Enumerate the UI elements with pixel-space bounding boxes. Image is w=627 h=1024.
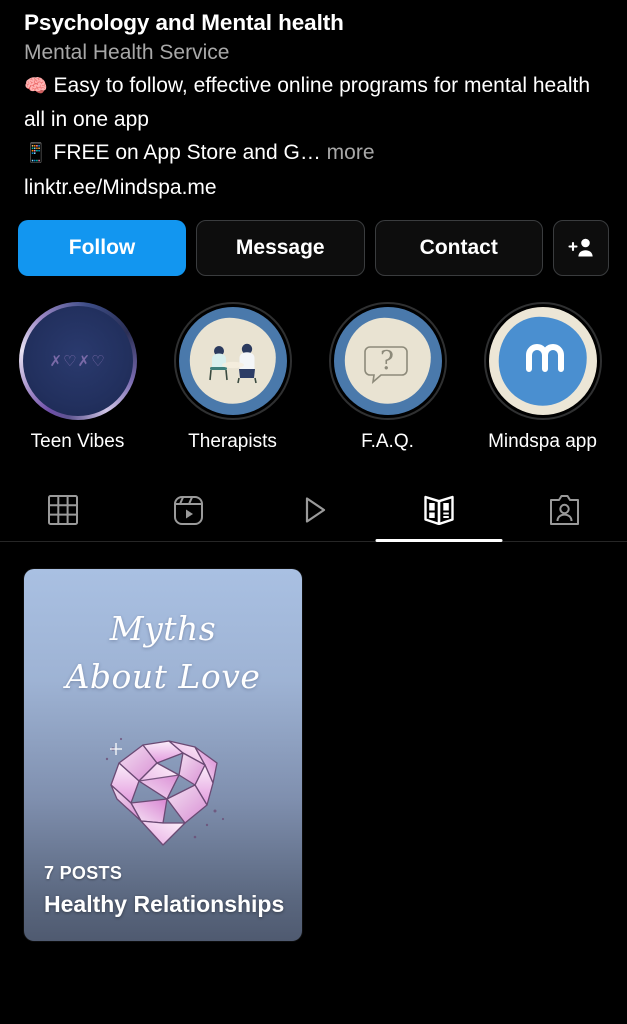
profile-tab-bar	[0, 479, 627, 542]
highlight-cover-faq: ?	[333, 307, 442, 415]
reels-icon	[172, 494, 205, 527]
highlight-ring: ?	[328, 302, 447, 420]
highlight-teen-vibes[interactable]: ✗♡✗♡ Teen Vibes	[0, 302, 155, 453]
guide-title: Healthy Relationships	[44, 891, 285, 917]
highlight-label: F.A.Q.	[361, 431, 414, 452]
highlight-therapists[interactable]: Therapists	[155, 302, 310, 453]
profile-category: Mental Health Service	[24, 41, 230, 64]
highlight-ring-unseen: ✗♡✗♡	[18, 302, 137, 420]
grid-icon	[47, 494, 79, 526]
sidebar-item-tagged[interactable]	[502, 479, 627, 541]
bio-line-2: FREE on App Store and G…	[47, 141, 321, 164]
book-icon	[422, 495, 456, 525]
play-icon	[297, 493, 331, 527]
mobile-phone-icon: 📱	[24, 142, 48, 164]
guide-cover-title-line1: Myths	[109, 609, 217, 648]
profile-action-buttons: Follow Message Contact	[0, 203, 627, 276]
highlight-label: Therapists	[188, 431, 277, 452]
sidebar-item-grid[interactable]	[0, 479, 125, 541]
add-person-button[interactable]	[553, 220, 609, 276]
profile-external-link[interactable]: linktr.ee/Mindspa.me	[24, 172, 605, 203]
crystal-heart-icon	[83, 719, 243, 859]
brain-icon: 🧠	[24, 75, 48, 97]
guide-cover-title-line2: About Love	[65, 657, 261, 696]
story-highlights: ✗♡✗♡ Teen Vibes Therapists ? F.A.Q. Mind…	[0, 276, 627, 453]
bio-more-link[interactable]: more	[321, 141, 375, 164]
active-tab-underline	[375, 539, 503, 542]
sidebar-item-video[interactable]	[251, 479, 376, 541]
highlight-label: Teen Vibes	[30, 431, 125, 452]
add-person-icon	[567, 235, 595, 261]
contact-button[interactable]: Contact	[374, 220, 543, 276]
highlight-cover-xoxo: ✗♡✗♡	[22, 306, 133, 416]
highlight-label: Mindspa app	[488, 431, 597, 452]
bio-line-1: Easy to follow, effective online program…	[24, 74, 596, 131]
follow-button[interactable]: Follow	[18, 220, 186, 276]
highlight-ring	[483, 302, 602, 420]
highlight-ring	[173, 302, 292, 420]
page-title: Psychology and Mental health	[24, 10, 344, 35]
guide-card[interactable]: Myths About Love 7 POSTS Healthy Relatio…	[24, 569, 302, 941]
sidebar-item-reels[interactable]	[125, 479, 250, 541]
highlight-cover-mindspa	[488, 307, 597, 415]
guide-post-count: 7 POSTS	[44, 863, 123, 883]
question-speech-bubble-icon: ?	[363, 346, 408, 385]
tagged-person-icon	[549, 494, 580, 527]
svg-text:?: ?	[380, 346, 394, 376]
two-people-illustration	[208, 343, 257, 384]
profile-bio: 🧠 Easy to follow, effective online progr…	[24, 69, 605, 170]
highlight-cover-therapists	[178, 307, 287, 415]
highlight-mindspa-app[interactable]: Mindspa app	[465, 302, 620, 453]
guides-grid: Myths About Love 7 POSTS Healthy Relatio…	[0, 542, 627, 941]
profile-info: Psychology and Mental health Mental Heal…	[0, 0, 627, 203]
guide-cover-title: Myths About Love	[24, 605, 302, 701]
guide-meta: 7 POSTS Healthy Relationships	[44, 863, 288, 919]
highlight-faq[interactable]: ? F.A.Q.	[310, 302, 465, 453]
sidebar-item-guides[interactable]	[375, 479, 503, 542]
mindspa-logo-icon	[525, 344, 564, 372]
message-button[interactable]: Message	[196, 220, 365, 276]
instagram-profile-screen: Psychology and Mental health Mental Heal…	[0, 0, 627, 1024]
